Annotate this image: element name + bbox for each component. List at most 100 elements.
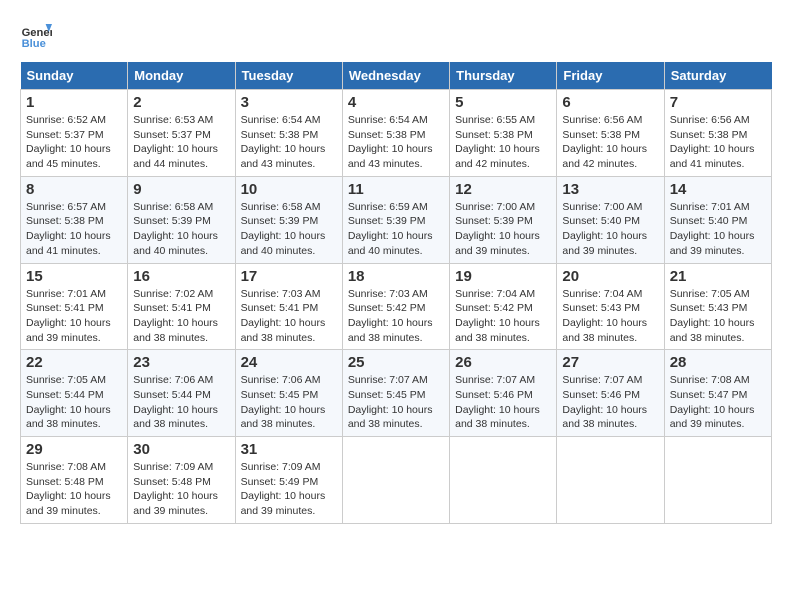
header-monday: Monday — [128, 62, 235, 90]
table-row — [342, 437, 449, 524]
header-tuesday: Tuesday — [235, 62, 342, 90]
logo-icon: General Blue — [20, 20, 52, 52]
day-number: 8 — [26, 181, 122, 198]
day-number: 11 — [348, 181, 444, 198]
table-row: 16 Sunrise: 7:02 AMSunset: 5:41 PMDayligh… — [128, 263, 235, 350]
day-info: Sunrise: 7:02 AMSunset: 5:41 PMDaylight:… — [133, 287, 229, 346]
day-info: Sunrise: 7:04 AMSunset: 5:43 PMDaylight:… — [562, 287, 658, 346]
table-row: 22Sunrise: 7:05 AMSunset: 5:44 PMDayligh… — [21, 350, 128, 437]
day-info: Sunrise: 7:06 AMSunset: 5:44 PMDaylight:… — [133, 373, 229, 432]
day-number: 21 — [670, 268, 766, 285]
day-info: Sunrise: 7:00 AMSunset: 5:39 PMDaylight:… — [455, 200, 551, 259]
table-row: 15Sunrise: 7:01 AMSunset: 5:41 PMDayligh… — [21, 263, 128, 350]
header-thursday: Thursday — [450, 62, 557, 90]
day-number: 13 — [562, 181, 658, 198]
header-saturday: Saturday — [664, 62, 771, 90]
logo: General Blue — [20, 20, 58, 52]
day-number: 30 — [133, 441, 229, 458]
table-row — [664, 437, 771, 524]
day-info: Sunrise: 7:07 AMSunset: 5:45 PMDaylight:… — [348, 373, 444, 432]
table-row: 21 Sunrise: 7:05 AMSunset: 5:43 PMDayligh… — [664, 263, 771, 350]
day-number: 28 — [670, 354, 766, 371]
day-info: Sunrise: 7:07 AMSunset: 5:46 PMDaylight:… — [455, 373, 551, 432]
day-number: 18 — [348, 268, 444, 285]
day-info: Sunrise: 6:54 AMSunset: 5:38 PMDaylight:… — [241, 113, 337, 172]
day-number: 14 — [670, 181, 766, 198]
table-row — [557, 437, 664, 524]
table-row: 23 Sunrise: 7:06 AMSunset: 5:44 PMDayligh… — [128, 350, 235, 437]
day-number: 9 — [133, 181, 229, 198]
day-number: 31 — [241, 441, 337, 458]
day-info: Sunrise: 6:52 AMSunset: 5:37 PMDaylight:… — [26, 113, 122, 172]
day-number: 27 — [562, 354, 658, 371]
day-number: 22 — [26, 354, 122, 371]
calendar-week-row: 29 Sunrise: 7:08 AMSunset: 5:48 PMDayligh… — [21, 437, 772, 524]
table-row: 5 Sunrise: 6:55 AMSunset: 5:38 PMDaylight… — [450, 90, 557, 177]
table-row: 12 Sunrise: 7:00 AMSunset: 5:39 PMDayligh… — [450, 176, 557, 263]
day-info: Sunrise: 7:09 AMSunset: 5:48 PMDaylight:… — [133, 460, 229, 519]
calendar-week-row: 22Sunrise: 7:05 AMSunset: 5:44 PMDayligh… — [21, 350, 772, 437]
header-sunday: Sunday — [21, 62, 128, 90]
table-row: 14 Sunrise: 7:01 AMSunset: 5:40 PMDayligh… — [664, 176, 771, 263]
table-row: 11 Sunrise: 6:59 AMSunset: 5:39 PMDayligh… — [342, 176, 449, 263]
calendar-week-row: 15Sunrise: 7:01 AMSunset: 5:41 PMDayligh… — [21, 263, 772, 350]
day-info: Sunrise: 7:09 AMSunset: 5:49 PMDaylight:… — [241, 460, 337, 519]
svg-text:Blue: Blue — [22, 38, 46, 50]
day-number: 15 — [26, 268, 122, 285]
table-row: 2Sunrise: 6:53 AMSunset: 5:37 PMDaylight… — [128, 90, 235, 177]
page-header: General Blue — [20, 20, 772, 52]
day-info: Sunrise: 6:56 AMSunset: 5:38 PMDaylight:… — [562, 113, 658, 172]
table-row: 20 Sunrise: 7:04 AMSunset: 5:43 PMDayligh… — [557, 263, 664, 350]
day-info: Sunrise: 6:53 AMSunset: 5:37 PMDaylight:… — [133, 113, 229, 172]
table-row: 31 Sunrise: 7:09 AMSunset: 5:49 PMDayligh… — [235, 437, 342, 524]
table-row: 25 Sunrise: 7:07 AMSunset: 5:45 PMDayligh… — [342, 350, 449, 437]
day-number: 5 — [455, 94, 551, 111]
day-number: 23 — [133, 354, 229, 371]
header-wednesday: Wednesday — [342, 62, 449, 90]
table-row: 19 Sunrise: 7:04 AMSunset: 5:42 PMDayligh… — [450, 263, 557, 350]
day-number: 1 — [26, 94, 122, 111]
day-info: Sunrise: 6:55 AMSunset: 5:38 PMDaylight:… — [455, 113, 551, 172]
day-number: 3 — [241, 94, 337, 111]
day-info: Sunrise: 7:01 AMSunset: 5:40 PMDaylight:… — [670, 200, 766, 259]
table-row: 24Sunrise: 7:06 AMSunset: 5:45 PMDayligh… — [235, 350, 342, 437]
table-row: 29 Sunrise: 7:08 AMSunset: 5:48 PMDayligh… — [21, 437, 128, 524]
day-number: 19 — [455, 268, 551, 285]
table-row: 3 Sunrise: 6:54 AMSunset: 5:38 PMDaylight… — [235, 90, 342, 177]
day-number: 25 — [348, 354, 444, 371]
day-info: Sunrise: 6:54 AMSunset: 5:38 PMDaylight:… — [348, 113, 444, 172]
day-number: 26 — [455, 354, 551, 371]
table-row: 4Sunrise: 6:54 AMSunset: 5:38 PMDaylight… — [342, 90, 449, 177]
calendar-week-row: 8 Sunrise: 6:57 AMSunset: 5:38 PMDaylight… — [21, 176, 772, 263]
table-row: 8 Sunrise: 6:57 AMSunset: 5:38 PMDaylight… — [21, 176, 128, 263]
day-info: Sunrise: 6:56 AMSunset: 5:38 PMDaylight:… — [670, 113, 766, 172]
day-number: 29 — [26, 441, 122, 458]
day-info: Sunrise: 7:03 AMSunset: 5:42 PMDaylight:… — [348, 287, 444, 346]
day-number: 10 — [241, 181, 337, 198]
day-info: Sunrise: 7:03 AMSunset: 5:41 PMDaylight:… — [241, 287, 337, 346]
day-info: Sunrise: 7:08 AMSunset: 5:48 PMDaylight:… — [26, 460, 122, 519]
day-info: Sunrise: 6:58 AMSunset: 5:39 PMDaylight:… — [241, 200, 337, 259]
day-info: Sunrise: 6:59 AMSunset: 5:39 PMDaylight:… — [348, 200, 444, 259]
day-info: Sunrise: 6:58 AMSunset: 5:39 PMDaylight:… — [133, 200, 229, 259]
table-row: 10 Sunrise: 6:58 AMSunset: 5:39 PMDayligh… — [235, 176, 342, 263]
day-number: 20 — [562, 268, 658, 285]
day-info: Sunrise: 7:05 AMSunset: 5:43 PMDaylight:… — [670, 287, 766, 346]
day-number: 17 — [241, 268, 337, 285]
day-number: 24 — [241, 354, 337, 371]
table-row: 28 Sunrise: 7:08 AMSunset: 5:47 PMDayligh… — [664, 350, 771, 437]
calendar-header-row: Sunday Monday Tuesday Wednesday Thursday… — [21, 62, 772, 90]
day-number: 7 — [670, 94, 766, 111]
table-row: 26 Sunrise: 7:07 AMSunset: 5:46 PMDayligh… — [450, 350, 557, 437]
day-number: 12 — [455, 181, 551, 198]
day-info: Sunrise: 7:04 AMSunset: 5:42 PMDaylight:… — [455, 287, 551, 346]
day-info: Sunrise: 6:57 AMSunset: 5:38 PMDaylight:… — [26, 200, 122, 259]
day-info: Sunrise: 7:08 AMSunset: 5:47 PMDaylight:… — [670, 373, 766, 432]
day-number: 16 — [133, 268, 229, 285]
table-row — [450, 437, 557, 524]
table-row: 30 Sunrise: 7:09 AMSunset: 5:48 PMDayligh… — [128, 437, 235, 524]
table-row: 1 Sunrise: 6:52 AMSunset: 5:37 PMDaylight… — [21, 90, 128, 177]
header-friday: Friday — [557, 62, 664, 90]
table-row: 7 Sunrise: 6:56 AMSunset: 5:38 PMDaylight… — [664, 90, 771, 177]
table-row: 6Sunrise: 6:56 AMSunset: 5:38 PMDaylight… — [557, 90, 664, 177]
